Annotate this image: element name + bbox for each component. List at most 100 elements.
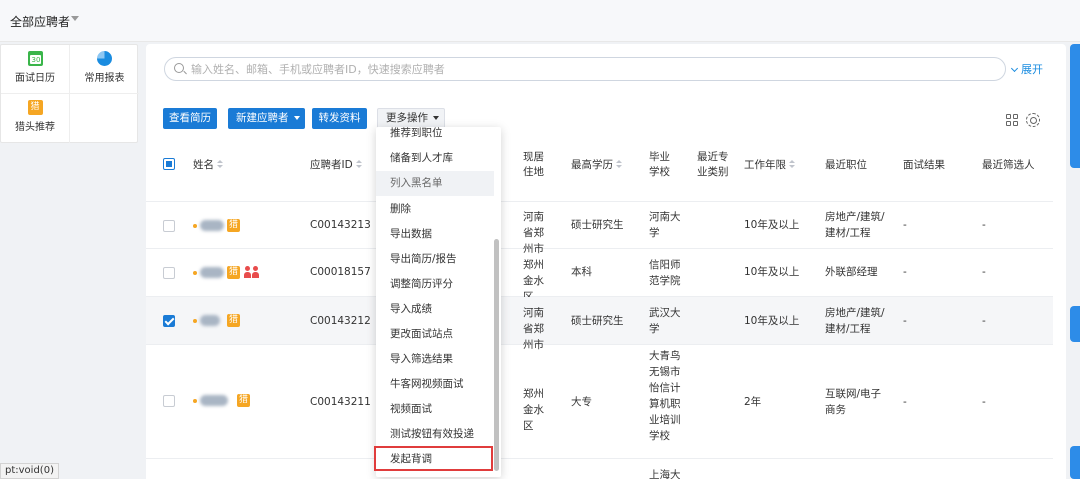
caret-down-icon (293, 116, 300, 120)
table-row[interactable]: 猎 C00143211 郑州金水区 大专 大青鸟无锡市怡信计算机职业培训学校 2… (146, 345, 1053, 459)
row-checkbox[interactable] (163, 220, 175, 232)
status-dot (193, 271, 197, 275)
school: 河南大学 (649, 211, 681, 239)
interview-result: - (903, 219, 907, 231)
row-checkbox[interactable] (163, 267, 175, 279)
menu-item-import-screening[interactable]: 导入筛选结果 (376, 347, 494, 372)
row-checkbox[interactable] (163, 395, 175, 407)
position: 互联网/电子商务 (825, 388, 882, 416)
search-input[interactable] (191, 61, 991, 77)
table-header: 姓名 应聘者ID 现居住地 最高学历 毕业学校 最近专业类别 工作年限 最近职位… (146, 144, 1066, 188)
quick-link-reports[interactable]: 常用报表 (70, 45, 139, 94)
residence: 郑州金水区 (523, 388, 544, 432)
menu-item-adjust-score[interactable]: 调整简历评分 (376, 272, 494, 297)
candidate-name-redacted[interactable] (200, 267, 224, 278)
candidate-list-panel: 展开 查看简历 新建应聘者 转发资料 更多操作 姓名 应聘者ID 现居住地 最高… (146, 44, 1066, 479)
side-tab-bottom[interactable] (1070, 446, 1080, 479)
menu-item-recommend-position[interactable]: 推荐到职位 (376, 127, 494, 146)
screener: - (982, 219, 986, 231)
gear-icon[interactable] (1026, 113, 1040, 127)
people-icon (244, 266, 260, 278)
years: 10年及以上 (744, 315, 800, 327)
position: 房地产/建筑/建材/工程 (825, 211, 885, 239)
header-id-label: 应聘者ID (310, 159, 353, 171)
quick-link-label: 面试日历 (15, 73, 55, 84)
education: 大专 (571, 396, 592, 408)
table-row[interactable]: 猎 C00018157 郑州金水区 本科 信阳师范学院 10年及以上 外联部经理… (146, 249, 1053, 303)
menu-scrollbar[interactable] (494, 239, 499, 471)
table-row[interactable]: 猎 C00143212 河南省郑州市 硕士研究生 武汉大学 10年及以上 房地产… (146, 297, 1053, 351)
header-education-label: 最高学历 (571, 159, 613, 171)
status-bar-url: pt:void(0) (0, 463, 59, 479)
headhunter-tag: 猎 (227, 266, 240, 279)
menu-item-video-interview[interactable]: 视频面试 (376, 397, 494, 422)
quick-link-label: 猎头推荐 (15, 122, 55, 133)
new-candidate-button[interactable]: 新建应聘者 (228, 108, 305, 129)
menu-item-export-resume[interactable]: 导出简历/报告 (376, 247, 494, 272)
menu-item-import-scores[interactable]: 导入成绩 (376, 297, 494, 322)
grid-view-icon[interactable] (1006, 114, 1019, 127)
years: 10年及以上 (744, 266, 800, 278)
candidate-id: C00143212 (310, 315, 371, 327)
menu-item-delete[interactable]: 删除 (376, 197, 494, 222)
chevron-down-icon[interactable] (71, 16, 79, 21)
status-dot (193, 399, 197, 403)
screener: - (982, 315, 986, 327)
side-tab-top[interactable] (1070, 44, 1080, 168)
school: 武汉大学 (649, 307, 681, 335)
candidate-name-redacted[interactable] (200, 395, 228, 406)
candidate-name-redacted[interactable] (200, 315, 220, 326)
sort-icon[interactable] (217, 160, 223, 169)
education: 硕士研究生 (571, 315, 624, 327)
table-row[interactable]: 猎 C00143213 河南省郑州市 硕士研究生 河南大学 10年及以上 房地产… (146, 202, 1053, 255)
header-school: 毕业学校 (649, 151, 670, 178)
expand-filters-link[interactable]: 展开 (1010, 61, 1043, 77)
header-years-label: 工作年限 (744, 159, 786, 171)
headhunter-tag: 猎 (227, 219, 240, 232)
candidate-id: C00143213 (310, 219, 371, 231)
select-all-checkbox[interactable] (163, 158, 175, 170)
interview-result: - (903, 266, 907, 278)
more-actions-button[interactable]: 更多操作 (377, 108, 445, 129)
menu-item-test-delivery[interactable]: 测试按钮有效投递 (376, 422, 494, 447)
position: 外联部经理 (825, 266, 878, 278)
side-tab-middle[interactable] (1070, 306, 1080, 342)
quick-link-headhunter[interactable]: 猎 猎头推荐 (1, 94, 70, 143)
sort-icon[interactable] (789, 160, 795, 169)
quick-links-panel: 30 面试日历 常用报表 猎 猎头推荐 (0, 44, 139, 143)
menu-item-blacklist[interactable]: 列入黑名单 (376, 171, 494, 196)
sort-icon[interactable] (355, 160, 362, 169)
header-screener: 最近筛选人 (982, 159, 1035, 171)
table-row-partial[interactable]: 上海大 (146, 459, 1053, 479)
menu-item-change-site[interactable]: 更改面试站点 (376, 322, 494, 347)
sort-icon[interactable] (616, 160, 622, 169)
candidate-scope-selector[interactable]: 全部应聘者 (10, 13, 70, 30)
new-candidate-label: 新建应聘者 (236, 112, 289, 124)
headhunter-tag: 猎 (237, 394, 250, 407)
status-dot (193, 224, 197, 228)
quick-link-label: 常用报表 (84, 73, 125, 84)
forward-button[interactable]: 转发资料 (312, 108, 367, 129)
quick-link-interview-calendar[interactable]: 30 面试日历 (1, 45, 70, 94)
highlight-box (374, 446, 493, 471)
search-icon (174, 63, 184, 73)
candidate-id: C00018157 (310, 266, 371, 278)
candidate-name-redacted[interactable] (200, 220, 224, 231)
header-id[interactable]: 应聘者ID (310, 158, 362, 173)
chevron-down-icon (1010, 64, 1019, 73)
top-bar: 全部应聘者 (0, 0, 1080, 42)
header-major: 最近专业类别 (697, 151, 729, 178)
header-education[interactable]: 最高学历 (571, 158, 622, 173)
menu-item-export-data[interactable]: 导出数据 (376, 222, 494, 247)
position: 房地产/建筑/建材/工程 (825, 307, 885, 335)
menu-item-talent-pool[interactable]: 储备到人才库 (376, 146, 494, 171)
header-name[interactable]: 姓名 (193, 158, 223, 173)
view-resume-button[interactable]: 查看简历 (163, 108, 217, 129)
menu-item-nowcoder-video[interactable]: 牛客网视频面试 (376, 372, 494, 397)
expand-label: 展开 (1021, 63, 1043, 76)
school: 上海大 (649, 469, 681, 479)
header-years[interactable]: 工作年限 (744, 158, 795, 173)
row-checkbox[interactable] (163, 315, 175, 327)
header-name-label: 姓名 (193, 159, 214, 171)
years: 2年 (744, 396, 762, 408)
